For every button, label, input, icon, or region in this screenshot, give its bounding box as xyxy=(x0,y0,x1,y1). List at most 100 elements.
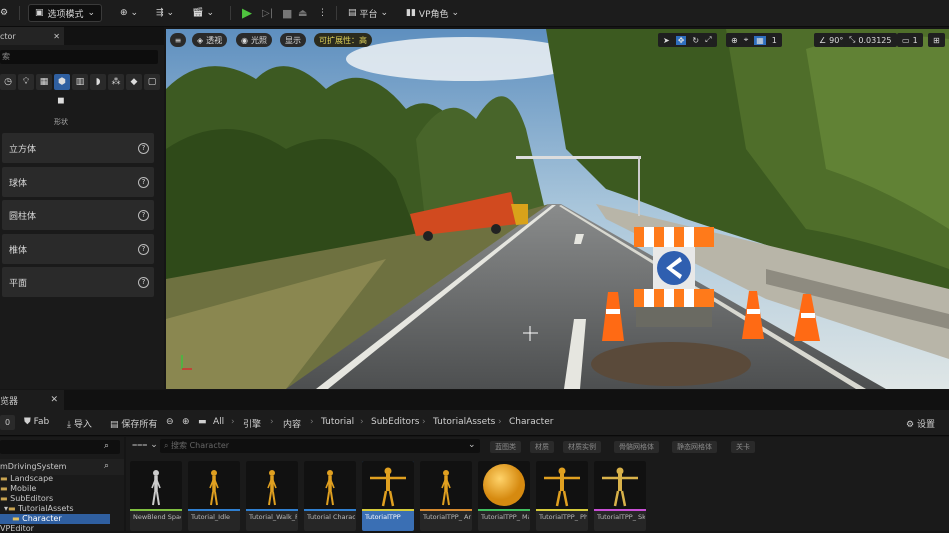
tree-item-subeditors[interactable]: ▬ SubEditors xyxy=(0,494,53,503)
help-icon[interactable]: ? xyxy=(138,209,149,221)
filter-material[interactable]: 材质 xyxy=(530,441,554,453)
angle-icon: ∠ xyxy=(819,35,827,45)
asset-tile[interactable]: Tutorial_Idle xyxy=(188,461,240,531)
shape-item-cube[interactable]: 立方体 ? xyxy=(2,133,154,163)
actor-search-input[interactable]: 索 xyxy=(0,50,158,64)
filter-blueprint[interactable]: 蓝图类 xyxy=(490,441,521,453)
audio-icon[interactable]: ◗ xyxy=(90,74,106,90)
tree-item-tutorialassets[interactable]: ▾▬ TutorialAssets xyxy=(4,504,74,513)
perspective-button[interactable]: ◈ 透视 xyxy=(192,33,228,47)
tab-place-actors[interactable]: ctor ✕ xyxy=(0,27,64,45)
add-content-button[interactable]: ⊕ ⌄ xyxy=(120,4,138,22)
asset-tile[interactable]: TutorialTPP_ AnimBlueprint xyxy=(420,461,472,531)
settings-icon[interactable]: ⚙ xyxy=(0,4,8,22)
shapes-icon[interactable]: ⬢ xyxy=(54,74,70,90)
filter-button[interactable]: ⩶ ⌄ xyxy=(132,440,158,450)
tree-item-mobile[interactable]: ▬ Mobile xyxy=(0,484,36,493)
step-button[interactable]: ▷| xyxy=(262,4,273,22)
filter-skeletal-mesh[interactable]: 骨骼网格体 xyxy=(614,441,659,453)
filter-static-mesh[interactable]: 静态网格体 xyxy=(672,441,717,453)
platform-button[interactable]: ▤ 平台 ⌄ xyxy=(348,4,388,22)
search-icon[interactable]: ⌕ xyxy=(104,461,109,471)
save-all-button[interactable]: ▤ 保存所有 xyxy=(110,417,157,430)
breadcrumb-tutorial[interactable]: Tutorial xyxy=(321,417,354,427)
scalability-badge[interactable]: 可扩展性：高 xyxy=(314,33,372,47)
scale-icon[interactable]: ⤢ xyxy=(705,35,711,45)
tab-label: ctor xyxy=(0,31,16,41)
vp-label: VP角色 xyxy=(418,9,449,20)
stop-icon: ■ xyxy=(282,6,293,20)
close-icon[interactable]: ✕ xyxy=(50,395,58,405)
maximize-viewport-button[interactable]: ⊞ xyxy=(928,33,945,47)
rotate-icon[interactable]: ↻ xyxy=(692,36,699,45)
show-button[interactable]: 显示 xyxy=(280,33,306,47)
fab-button[interactable]: ⛊ Fab xyxy=(24,417,49,427)
step-icon: ▷| xyxy=(262,7,274,19)
asset-tile[interactable]: TutorialTPP xyxy=(362,461,414,531)
breadcrumb-character[interactable]: Character xyxy=(509,417,553,427)
breadcrumb-all[interactable]: All xyxy=(213,417,224,427)
shape-item-cylinder[interactable]: 圆柱体 ? xyxy=(2,200,154,230)
scale-snap[interactable]: ⤡ 0.03125 xyxy=(844,33,897,47)
blueprint-button[interactable]: ⇶ ⌄ xyxy=(156,4,174,22)
recent-icon[interactable]: ◷ xyxy=(0,74,16,90)
tree-item-landscape[interactable]: ▬ Landscape xyxy=(0,474,53,483)
shape-item-cone[interactable]: 椎体 ? xyxy=(2,234,154,264)
level-viewport[interactable]: ≡ ◈ 透视 ◉ 光照 显示 可扩展性：高 ➤ ✥ ↻ ⤢ ⊕ ⌖ ▦ 1 ∠ … xyxy=(166,29,949,389)
stop-button[interactable]: ■ xyxy=(282,4,292,22)
grid-snap-value[interactable]: 1 xyxy=(772,36,777,45)
close-icon[interactable]: ✕ xyxy=(53,32,60,41)
help-icon[interactable]: ? xyxy=(138,142,149,154)
surface-snap-icon[interactable]: ⌖ xyxy=(744,35,749,45)
viewport-menu-button[interactable]: ≡ xyxy=(170,33,186,47)
breadcrumb-subeditors[interactable]: SubEditors xyxy=(371,417,419,427)
import-button[interactable]: ⤓ 导入 xyxy=(67,417,92,430)
add-button[interactable]: 0 xyxy=(0,415,15,430)
tree-item-character[interactable]: ▬ Character xyxy=(12,514,62,523)
asset-tile[interactable]: Tutorial Character xyxy=(304,461,356,531)
mode-selector-button[interactable]: ▣ 选项模式 ⌄ xyxy=(28,4,103,22)
asset-tile[interactable]: TutorialTPP_ PhysicsAsset xyxy=(536,461,588,531)
breadcrumb-content[interactable]: 内容 xyxy=(283,417,301,430)
tree-item-vpeditor[interactable]: VPEditor xyxy=(0,524,34,533)
camera-speed[interactable]: ▭ 1 xyxy=(897,33,923,47)
tab-content-browser[interactable]: 览器 ✕ xyxy=(0,390,64,410)
globe-icon[interactable]: ⊕ xyxy=(731,36,738,45)
breadcrumb-tutorialassets[interactable]: TutorialAssets xyxy=(433,417,495,427)
filter-material-instance[interactable]: 材质实例 xyxy=(563,441,601,453)
help-icon[interactable]: ? xyxy=(138,243,149,255)
asset-name: TutorialTPP xyxy=(365,513,401,521)
filter-level[interactable]: 关卡 xyxy=(731,441,755,453)
visual-effects-icon[interactable]: ▥ xyxy=(72,74,88,90)
asset-tile[interactable]: TutorialTPP_ Mat xyxy=(478,461,530,531)
light-icon[interactable]: 💡︎ xyxy=(18,74,34,90)
asset-tile[interactable]: TutorialTPP_ Skeleton xyxy=(594,461,646,531)
lighting-button[interactable]: ◉ 光照 xyxy=(236,33,272,47)
settings-button[interactable]: ⚙ 设置 xyxy=(906,417,935,430)
play-button[interactable]: ▶ xyxy=(242,4,252,22)
vp-role-button[interactable]: ▮▮ VP角色 ⌄ xyxy=(406,4,459,22)
breadcrumb-engine[interactable]: 引擎 xyxy=(243,417,261,430)
translate-icon[interactable]: ✥ xyxy=(675,35,687,45)
history-back-icon[interactable]: ⊖ xyxy=(166,417,174,427)
eject-button[interactable]: ⏏ xyxy=(298,4,307,22)
volumes-icon[interactable]: ⁂ xyxy=(108,74,124,90)
select-icon[interactable]: ➤ xyxy=(663,36,670,45)
chevron-down-icon[interactable]: ⌄ xyxy=(468,440,476,450)
grid-snap-icon[interactable]: ▦ xyxy=(754,35,766,45)
asset-tile[interactable]: Tutorial_Walk_Fwd xyxy=(246,461,298,531)
help-icon[interactable]: ? xyxy=(138,176,149,188)
basic-icon[interactable]: ◆ xyxy=(126,74,142,90)
play-options-button[interactable]: ⋮ xyxy=(318,4,327,22)
history-forward-icon[interactable]: ⊕ xyxy=(182,417,190,427)
cinematics-button[interactable]: 🎬︎ ⌄ xyxy=(192,4,214,22)
all-classes-icon[interactable]: ▢ xyxy=(144,74,160,90)
asset-tile[interactable]: NewBlend Space1D xyxy=(130,461,182,531)
cinematic-icon[interactable]: ▦ xyxy=(36,74,52,90)
shape-item-sphere[interactable]: 球体 ? xyxy=(2,167,154,197)
asset-search-input[interactable]: ⌕ 搜索 Character xyxy=(160,439,480,453)
source-search-input[interactable] xyxy=(0,440,120,454)
help-icon[interactable]: ? xyxy=(138,276,149,288)
shape-item-plane[interactable]: 平面 ? xyxy=(2,267,154,297)
vp-icon: ▮▮ xyxy=(406,8,416,18)
